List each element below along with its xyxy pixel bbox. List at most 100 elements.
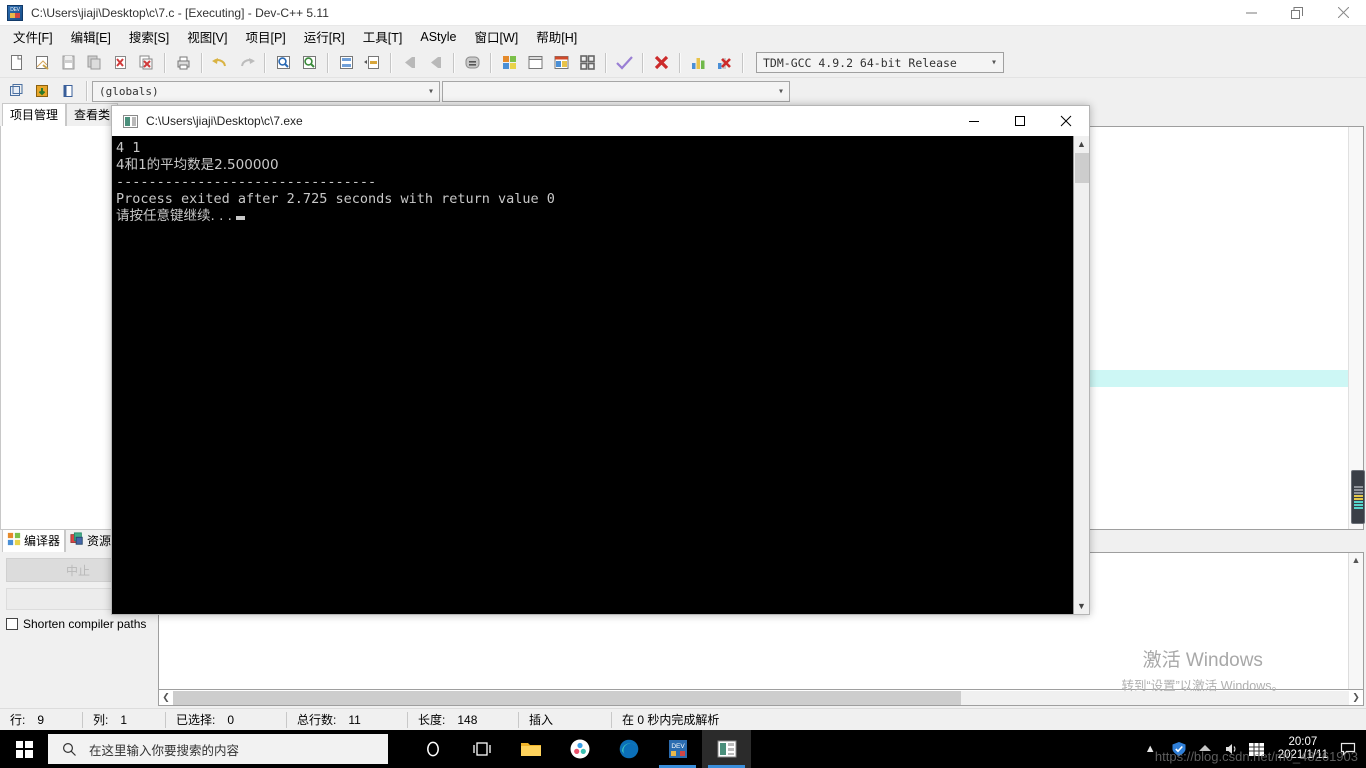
back-icon[interactable]	[396, 51, 422, 75]
minimize-icon[interactable]	[951, 106, 997, 136]
status-parse-time: 在 0 秒内完成解析	[612, 709, 729, 731]
forward-icon[interactable]	[422, 51, 448, 75]
maximize-icon[interactable]	[997, 106, 1043, 136]
cortana-icon[interactable]	[408, 730, 457, 768]
shorten-compiler-paths-label: Shorten compiler paths	[23, 617, 147, 631]
console-title-bar[interactable]: C:\Users\jiaji\Desktop\c\7.exe	[112, 106, 1089, 136]
clock-date: 2021/1/11	[1277, 749, 1328, 761]
sidebar-item-project-manager[interactable]: 项目管理	[2, 103, 67, 126]
undo-icon[interactable]	[207, 51, 233, 75]
console-taskbar-icon[interactable]	[702, 730, 751, 768]
editor-vertical-scrollbar[interactable]	[1348, 127, 1363, 529]
qq-browser-icon[interactable]	[555, 730, 604, 768]
menu-item-astyle[interactable]: AStyle	[411, 28, 465, 47]
stop-execution-icon[interactable]	[648, 51, 674, 75]
save-all-icon[interactable]	[81, 51, 107, 75]
console-line-with-cursor: 请按任意键继续. . .	[116, 208, 1073, 225]
console-body[interactable]: 4 1 4和1的平均数是2.500000 -------------------…	[112, 136, 1089, 614]
console-output: 4 1 4和1的平均数是2.500000 -------------------…	[112, 136, 1073, 614]
volume-icon[interactable]	[1218, 730, 1244, 768]
ime-icon[interactable]	[1244, 730, 1270, 768]
menu-item-run[interactable]: 运行[R]	[295, 25, 354, 49]
status-col-label: 列:	[93, 713, 109, 727]
replace-icon[interactable]	[296, 51, 322, 75]
search-input[interactable]: 在这里输入你要搜索的内容	[48, 734, 388, 764]
security-shield-icon[interactable]	[1166, 730, 1192, 768]
close-icon[interactable]	[1043, 106, 1089, 136]
goto-class-icon[interactable]	[55, 79, 81, 103]
compiler-icon	[7, 532, 21, 549]
new-file-icon[interactable]	[3, 51, 29, 75]
chevron-left-icon[interactable]: ❮	[159, 692, 173, 703]
status-total-lines: 总行数: 11	[287, 709, 407, 731]
delete-profile-icon[interactable]	[711, 51, 737, 75]
status-row-label: 行:	[10, 713, 26, 727]
resources-icon	[70, 532, 84, 549]
run-icon[interactable]	[522, 51, 548, 75]
console-scroll-track[interactable]	[1074, 183, 1089, 598]
redo-icon[interactable]	[233, 51, 259, 75]
restore-icon[interactable]	[1274, 0, 1320, 26]
console-scroll-thumb[interactable]	[1074, 153, 1089, 183]
scroll-indicator-widget[interactable]	[1351, 470, 1365, 524]
hscroll-thumb[interactable]	[173, 690, 961, 705]
chevron-right-icon[interactable]: ❯	[1349, 692, 1363, 703]
file-explorer-icon[interactable]	[506, 730, 555, 768]
show-hidden-icons-chevron[interactable]: ▲	[1135, 743, 1166, 755]
windows-start-icon[interactable]	[0, 730, 48, 768]
close-icon[interactable]	[1320, 0, 1366, 26]
log-vertical-scrollbar[interactable]: ▲	[1348, 553, 1363, 689]
log-horizontal-scrollbar[interactable]: ❮ ❯	[158, 690, 1364, 706]
console-vertical-scrollbar[interactable]: ▲ ▼	[1073, 136, 1089, 614]
open-file-icon[interactable]	[29, 51, 55, 75]
menu-bar: 文件[F] 编辑[E] 搜索[S] 视图[V] 项目[P] 运行[R] 工具[T…	[0, 26, 1366, 48]
goto-function-icon[interactable]	[359, 51, 385, 75]
find-icon[interactable]	[270, 51, 296, 75]
goto-line-icon[interactable]	[333, 51, 359, 75]
action-center-icon[interactable]	[1336, 730, 1360, 768]
toggle-icon[interactable]	[29, 79, 55, 103]
compiler-set-combo[interactable]: TDM-GCC 4.9.2 64-bit Release ▾	[756, 52, 1004, 73]
menu-item-file[interactable]: 文件[F]	[4, 25, 62, 49]
console-icon	[123, 114, 138, 128]
print-icon[interactable]	[170, 51, 196, 75]
shorten-compiler-paths-checkbox[interactable]	[6, 618, 18, 630]
network-icon[interactable]	[1192, 730, 1218, 768]
menu-item-search[interactable]: 搜索[S]	[120, 25, 178, 49]
hscroll-track[interactable]	[173, 690, 1349, 705]
syntax-check-icon[interactable]	[611, 51, 637, 75]
console-line: Process exited after 2.725 seconds with …	[116, 191, 555, 207]
save-icon[interactable]	[55, 51, 81, 75]
status-length-label: 长度:	[418, 713, 446, 727]
menu-item-edit[interactable]: 编辑[E]	[62, 25, 120, 49]
class-combo[interactable]: ▾	[442, 80, 790, 102]
microsoft-edge-icon[interactable]	[604, 730, 653, 768]
devcpp-taskbar-icon[interactable]: DEV	[653, 730, 702, 768]
minimize-icon[interactable]	[1228, 0, 1274, 26]
compile-icon[interactable]	[496, 51, 522, 75]
console-cursor	[235, 216, 245, 220]
chevron-up-icon[interactable]: ▲	[1349, 555, 1363, 565]
scope-combo[interactable]: (globals) ▾	[92, 80, 440, 102]
chevron-down-icon[interactable]: ▼	[1077, 598, 1086, 614]
menu-item-view[interactable]: 视图[V]	[178, 25, 236, 49]
menu-item-help[interactable]: 帮助[H]	[527, 25, 586, 49]
compile-run-icon[interactable]	[548, 51, 574, 75]
tab-resources[interactable]: 资源	[65, 529, 117, 552]
close-all-icon[interactable]	[133, 51, 159, 75]
tab-compiler[interactable]: 编译器	[2, 529, 66, 552]
console-window[interactable]: C:\Users\jiaji\Desktop\c\7.exe 4 1 4和1的平…	[111, 105, 1090, 615]
profile-icon[interactable]	[685, 51, 711, 75]
shorten-compiler-paths-row[interactable]: Shorten compiler paths	[6, 617, 156, 631]
close-file-icon[interactable]	[107, 51, 133, 75]
rebuild-icon[interactable]	[574, 51, 600, 75]
insert-icon[interactable]	[3, 79, 29, 103]
taskbar-clock[interactable]: 20:07 2021/1/11	[1270, 736, 1336, 762]
toggle-breakpoint-icon[interactable]	[459, 51, 485, 75]
chevron-up-icon[interactable]: ▲	[1077, 136, 1086, 152]
menu-item-project[interactable]: 项目[P]	[236, 25, 294, 49]
menu-item-tools[interactable]: 工具[T]	[354, 25, 412, 49]
status-row: 行: 9	[0, 709, 82, 731]
task-view-icon[interactable]	[457, 730, 506, 768]
menu-item-window[interactable]: 窗口[W]	[466, 25, 528, 49]
